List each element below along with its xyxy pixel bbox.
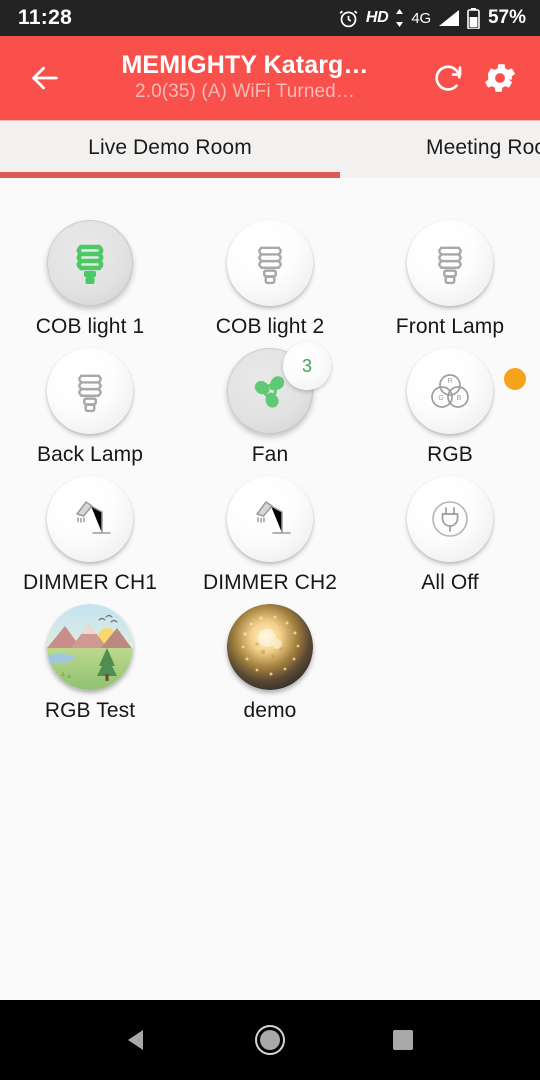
scene-thumbnail[interactable] [47,604,133,690]
device-label: COB light 2 [215,315,325,338]
refresh-button[interactable] [422,52,474,104]
glowing-sphere-photo-icon [227,604,313,690]
svg-text:B: B [457,395,462,402]
device-tile-back-lamp[interactable]: Back Lamp [0,348,180,468]
device-label: DIMMER CH2 [202,571,337,594]
device-tile-dimmer-ch1[interactable]: DIMMER CH1 [0,476,180,596]
page-subtitle: 2.0(35) (A) WiFi Turned… [135,81,355,102]
power-plug-icon [432,501,468,537]
device-tile-dimmer-ch2[interactable]: DIMMER CH2 [180,476,360,596]
alarm-clock-icon [339,9,358,27]
device-grid-panel: COB light 1 COB light 2 Front Lamp Back … [0,178,540,1000]
device-tile-rgb-test[interactable]: RGB Test [0,604,180,724]
battery-percent-label: 57% [487,7,526,28]
device-toggle-knob[interactable] [47,476,133,562]
device-toggle-knob[interactable] [47,348,133,434]
nav-back-triangle-icon [127,1030,143,1050]
gear-icon [484,64,516,92]
device-label: DIMMER CH1 [22,571,157,594]
tab-label: Live Demo Room [88,135,252,159]
tab-meeting-room[interactable]: Meeting Roo [340,121,540,178]
device-tile-rgb[interactable]: RGB RGB [360,348,540,468]
tab-label: Meeting Roo [426,135,540,159]
cfl-bulb-icon [258,246,282,285]
svg-text:R: R [447,378,452,385]
room-tabs[interactable]: Live Demo Room Meeting Roo [0,120,540,178]
battery-icon [467,7,480,29]
refresh-icon [435,65,462,91]
phone-screen: 11:28 HD 4G 57% MEMIGHTY Katarg… 2.0(35)… [0,0,540,1080]
device-toggle-knob[interactable]: 3 [227,342,331,434]
cfl-bulb-icon [76,244,104,284]
signal-bars-icon [438,10,459,26]
device-tile-all-off[interactable]: All Off [360,476,540,596]
hd-voice-label: HD [365,9,389,26]
status-bar-clock: 11:28 [18,6,73,29]
device-tile-cob-light-1[interactable]: COB light 1 [0,220,180,340]
app-bar-title-block: MEMIGHTY Katarg… 2.0(35) (A) WiFi Turned… [68,50,422,106]
nav-recents-square-icon [393,1030,414,1050]
page-title: MEMIGHTY Katarg… [121,51,369,79]
desk-lamp-icon [256,501,291,534]
all-off-button[interactable] [407,476,493,562]
device-toggle-knob[interactable] [407,220,493,306]
nav-recents-button[interactable] [370,1007,436,1073]
nav-back-button[interactable] [104,1007,170,1073]
fan-speed-badge[interactable]: 3 [283,342,331,390]
device-label: Fan [251,443,289,466]
desk-lamp-icon [76,501,111,534]
settings-button[interactable] [474,52,526,104]
svg-text:G: G [438,395,443,402]
device-label: Front Lamp [395,315,505,338]
nav-home-button[interactable] [237,1007,303,1073]
device-label: RGB [427,443,473,466]
device-label: demo [243,699,297,722]
tab-live-demo-room[interactable]: Live Demo Room [0,121,340,178]
device-tile-demo[interactable]: demo [180,604,360,724]
device-toggle-knob[interactable] [227,476,313,562]
landscape-photo-icon [47,604,133,690]
device-tile-fan[interactable]: 3 Fan [180,342,360,468]
app-bar: MEMIGHTY Katarg… 2.0(35) (A) WiFi Turned… [0,36,540,120]
cfl-bulb-icon [78,374,102,413]
cfl-bulb-icon [438,246,462,285]
device-label: RGB Test [44,699,136,722]
device-toggle-knob[interactable] [227,220,313,306]
status-bar-icons: HD 4G 57% [338,7,526,29]
fan-speed-value: 3 [301,355,312,376]
android-nav-bar [0,1000,540,1080]
nav-home-circle-icon [254,1025,285,1055]
device-label: COB light 1 [35,315,145,338]
arrow-left-icon [32,66,58,90]
rgb-venn-icon: R G B [431,374,469,408]
network-type-label: 4G [411,9,431,27]
data-transfer-arrows-icon [396,9,404,27]
status-bar: 11:28 HD 4G 57% [0,0,540,36]
device-tile-cob-light-2[interactable]: COB light 2 [180,220,360,340]
scene-thumbnail[interactable] [227,604,313,690]
device-tile-front-lamp[interactable]: Front Lamp [360,220,540,340]
device-toggle-knob[interactable] [47,220,133,306]
device-tile-placeholder [360,604,540,724]
device-grid: COB light 1 COB light 2 Front Lamp Back … [0,178,540,724]
device-label: Back Lamp [37,443,143,466]
device-toggle-knob[interactable]: R G B [407,348,493,434]
device-label: All Off [421,571,479,594]
back-button[interactable] [22,55,68,101]
connection-status-dot [504,368,526,390]
